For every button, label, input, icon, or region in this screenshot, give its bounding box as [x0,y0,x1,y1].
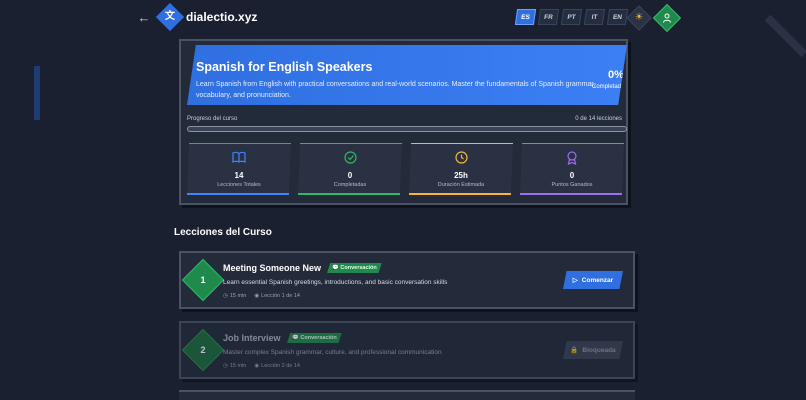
stat-label: Completadas [333,182,367,188]
stat-accent-top [409,143,513,144]
lesson-number: 2 [200,345,206,355]
check-circle-icon [298,151,402,167]
dot-icon: ◉ [254,293,260,299]
lesson-category-label: Conversación [340,265,377,271]
lesson-title: Meeting Someone New [223,263,322,273]
sun-icon: ☀ [634,12,644,23]
stat-completed: 0 Completadas [298,143,402,195]
lesson-meta: ◷ 15 min ◉ Lección 2 de 14 [223,363,300,369]
lang-it-button[interactable]: IT [583,9,606,25]
stat-accent-top [298,143,402,144]
lock-icon: 🔒 [570,347,579,354]
stat-accent-top [187,143,291,144]
stat-points: 0 Puntos Ganados [520,143,624,195]
dot-icon: ◉ [254,363,260,369]
stat-accent-bottom [187,193,291,195]
stat-value: 25h [454,171,468,180]
lesson-duration-label: 15 min [229,363,247,369]
lesson-description: Master complex Spanish grammar, culture,… [223,349,442,356]
lesson-position-label: Lección 1 de 14 [261,293,300,299]
course-overview-card: Spanish for English Speakers Learn Spani… [179,39,628,205]
lang-es-button[interactable]: ES [514,9,537,25]
brand-name[interactable]: dialectio.xyz [186,10,257,24]
top-bar: ← 文 dialectio.xyz ES FR PT IT EN ☀ [0,0,806,38]
course-title: Spanish for English Speakers [196,60,373,74]
lang-fr-button[interactable]: FR [537,9,560,25]
progress-count: 0 de 14 lecciones [575,116,622,122]
stat-label: Duración Estimada [437,182,485,188]
lesson-duration: ◷ 15 min [223,363,246,369]
lesson-position: ◉ Lección 2 de 14 [254,363,300,369]
decorative-bar [34,66,40,120]
locked-lesson-button: 🔒 Bloqueada [563,341,623,359]
lang-en-button[interactable]: EN [606,9,629,25]
stat-duration: 25h Duración Estimada [409,143,513,195]
locked-lesson-label: Bloqueada [582,346,616,354]
lesson-position: ◉ Lección 1 de 14 [254,293,300,299]
stat-value: 0 [569,171,575,180]
lang-pt-button[interactable]: PT [560,9,583,25]
language-switcher: ES FR PT IT EN [514,9,629,25]
clock-icon: ◷ [223,363,228,369]
clock-icon [409,151,513,167]
lesson-category-tag: 💬 Conversación [327,263,382,273]
stat-accent-bottom [409,193,513,195]
lesson-title: Job Interview [223,333,281,343]
lesson-card-partial [179,390,635,400]
play-icon: ▷ [572,277,578,284]
lesson-category-tag: 💬 Conversación [287,333,342,343]
stat-total-lessons: 14 Lecciones Totales [187,143,291,195]
start-lesson-button[interactable]: ▷ Comenzar [563,271,623,289]
course-percent-label: Completado [592,84,625,90]
stat-label: Puntos Ganados [551,182,593,188]
lesson-card[interactable]: 1 Meeting Someone New 💬 Conversación Lea… [179,251,635,309]
lesson-duration-label: 15 min [229,293,247,299]
course-progress-bar [187,126,627,132]
translate-icon: 文 [165,11,175,22]
course-description: Learn Spanish from English with practica… [196,81,596,99]
course-banner: Spanish for English Speakers Learn Spani… [187,45,627,105]
user-icon [657,8,677,28]
stat-accent-top [520,143,624,144]
lesson-meta: ◷ 15 min ◉ Lección 1 de 14 [223,293,300,299]
stat-label: Lecciones Totales [217,182,261,188]
start-lesson-label: Comenzar [581,276,614,284]
lesson-description: Learn essential Spanish greetings, intro… [223,279,448,286]
stat-value: 0 [347,171,353,180]
lesson-category-label: Conversación [300,335,337,341]
lesson-duration: ◷ 15 min [223,293,246,299]
lesson-number: 1 [200,275,206,285]
stat-value: 14 [234,171,244,180]
course-percent: 0% [608,69,624,81]
back-arrow-icon[interactable]: ← [136,10,152,26]
lessons-section-title: Lecciones del Curso [174,227,272,238]
clock-icon: ◷ [223,293,228,299]
stat-accent-bottom [520,193,624,195]
lesson-card: 2 Job Interview 💬 Conversación Master co… [179,321,635,379]
book-icon [187,151,291,166]
stat-accent-bottom [298,193,402,195]
award-icon [520,151,624,168]
stats-row: 14 Lecciones Totales 0 Completadas 25h D… [187,143,627,195]
lesson-position-label: Lección 2 de 14 [261,363,300,369]
progress-label: Progreso del curso [187,116,238,122]
